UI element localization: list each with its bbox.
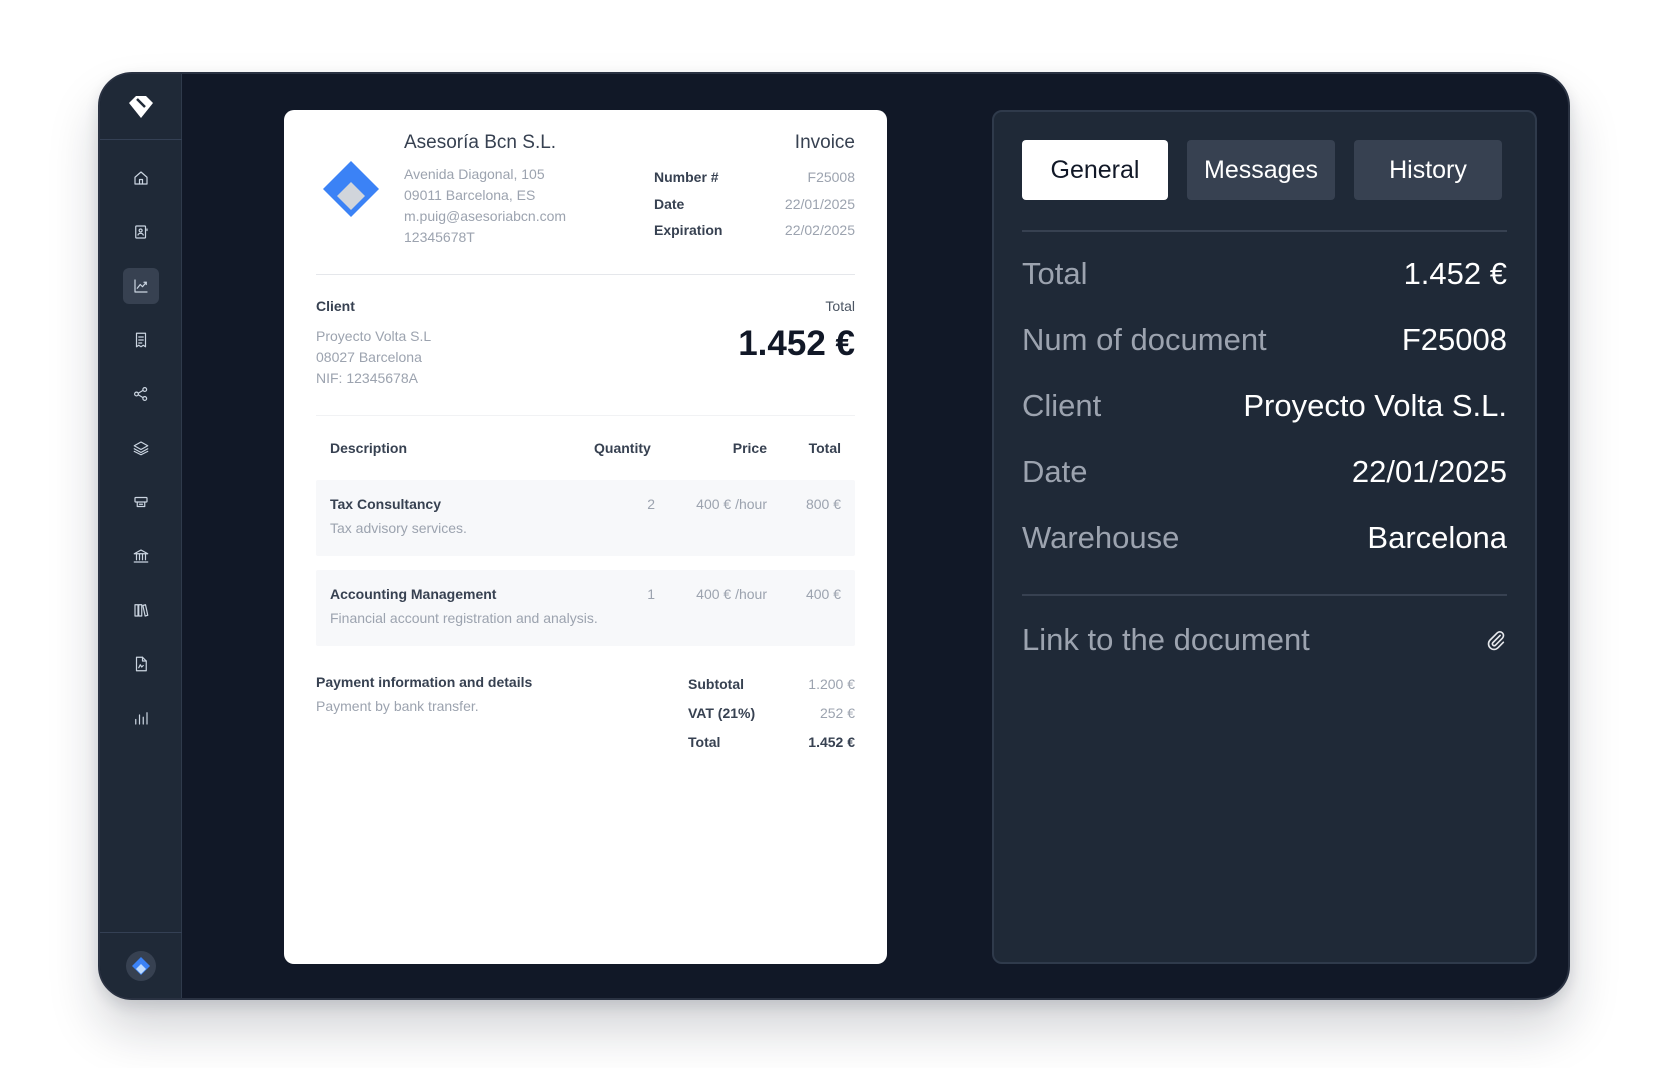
- item-price: 400 € /hour: [696, 586, 767, 602]
- col-header-price: Price: [732, 440, 767, 456]
- bar-chart-icon: [135, 712, 148, 725]
- sidebar-item-library[interactable]: [123, 592, 159, 628]
- document-link-label: Link to the document: [1022, 622, 1310, 657]
- summary-total: Total 1.452 €: [688, 734, 855, 750]
- company-address: Avenida Diagonal, 105: [404, 166, 545, 182]
- client-label: Client: [316, 298, 355, 314]
- col-header-total: Total: [808, 440, 841, 456]
- sidebar-item-reports[interactable]: [123, 700, 159, 736]
- tabs-divider: [1022, 230, 1507, 232]
- company-details: Avenida Diagonal, 105 09011 Barcelona, E…: [404, 164, 566, 248]
- receipt-icon: [135, 332, 147, 348]
- sidebar-item-layers[interactable]: [123, 430, 159, 466]
- client-nif: NIF: 12345678A: [316, 370, 418, 386]
- app-window: Asesoría Bcn S.L. Avenida Diagonal, 105 …: [98, 72, 1570, 1000]
- item-name: Tax Consultancy: [330, 496, 441, 512]
- company-tax-id: 12345678T: [404, 229, 475, 245]
- sidebar-footer: [100, 932, 182, 998]
- contacts-icon: [135, 225, 148, 239]
- detail-date: Date 22/01/2025: [1022, 454, 1507, 489]
- client-details: Proyecto Volta S.L 08027 Barcelona NIF: …: [316, 326, 431, 389]
- item-total: 400 €: [805, 586, 841, 602]
- invoice-meta: Number # F25008 Date 22/01/2025 Expirati…: [654, 164, 855, 244]
- payment-description: Payment by bank transfer.: [316, 698, 479, 714]
- card-stack-icon: [134, 496, 148, 508]
- bank-icon: [133, 549, 149, 563]
- app-logo[interactable]: [100, 74, 182, 140]
- header-divider: [316, 274, 855, 275]
- company-avatar-icon: [132, 956, 150, 975]
- meta-expiration: Expiration 22/02/2025: [654, 222, 855, 238]
- sidebar-item-bank[interactable]: [123, 538, 159, 574]
- app-logo-icon: [129, 95, 153, 118]
- payment-title: Payment information and details: [316, 674, 533, 690]
- item-total: 800 €: [805, 496, 841, 512]
- details-panel: General Messages History Total 1.452 € N…: [992, 110, 1537, 964]
- avatar[interactable]: [126, 950, 156, 981]
- details-divider: [1022, 594, 1507, 596]
- item-quantity: 2: [647, 496, 655, 512]
- detail-total: Total 1.452 €: [1022, 256, 1507, 291]
- meta-date: Date 22/01/2025: [654, 195, 855, 212]
- sidebar-nav: [100, 160, 182, 754]
- sidebar-item-documents[interactable]: [123, 646, 159, 682]
- item-quantity: 1: [647, 586, 655, 602]
- client-city: 08027 Barcelona: [316, 349, 422, 365]
- col-header-description: Description: [330, 440, 408, 456]
- library-icon: [134, 604, 149, 617]
- panel-tabs: General Messages History: [1022, 140, 1502, 200]
- layers-icon: [133, 441, 149, 456]
- home-icon: [134, 171, 148, 185]
- col-header-quantity: Quantity: [594, 440, 651, 456]
- tab-messages[interactable]: Messages: [1187, 140, 1335, 200]
- meta-number: Number # F25008: [654, 169, 855, 185]
- summary-vat: VAT (21%) 252 €: [688, 705, 855, 721]
- paperclip-icon[interactable]: [1485, 629, 1507, 651]
- tab-general[interactable]: General: [1022, 140, 1168, 200]
- sidebar-item-analytics[interactable]: [123, 268, 159, 304]
- detail-document-number: Num of document F25008: [1022, 322, 1507, 357]
- total-label: Total: [825, 298, 855, 314]
- chart-line-icon: [134, 279, 148, 293]
- sidebar-item-cards[interactable]: [123, 484, 159, 520]
- item-description: Tax advisory services.: [330, 520, 467, 536]
- company-email: m.puig@asesoriabcn.com: [404, 208, 567, 224]
- client-name: Proyecto Volta S.L: [316, 328, 432, 344]
- sidebar-item-share[interactable]: [123, 376, 159, 412]
- company-city: 09011 Barcelona, ES: [404, 187, 536, 203]
- item-price: 400 € /hour: [696, 496, 767, 512]
- sidebar: [100, 74, 182, 998]
- document-link[interactable]: Link to the document: [1022, 622, 1507, 658]
- detail-warehouse: Warehouse Barcelona: [1022, 520, 1507, 555]
- invoice-document: Asesoría Bcn S.L. Avenida Diagonal, 105 …: [284, 110, 887, 964]
- document-icon: [135, 656, 147, 672]
- item-description: Financial account registration and analy…: [330, 610, 598, 626]
- table-row: Tax Consultancy Tax advisory services. 2…: [316, 480, 855, 556]
- client-divider: [316, 415, 855, 416]
- share-icon: [134, 387, 148, 401]
- sidebar-item-invoices[interactable]: [123, 322, 159, 358]
- company-name: Asesoría Bcn S.L.: [404, 132, 557, 153]
- table-row: Accounting Management Financial account …: [316, 570, 855, 646]
- tab-history[interactable]: History: [1354, 140, 1502, 200]
- detail-client: Client Proyecto Volta S.L.: [1022, 388, 1507, 423]
- sidebar-item-contacts[interactable]: [123, 214, 159, 250]
- company-logo-icon: [323, 161, 379, 217]
- item-name: Accounting Management: [330, 586, 497, 602]
- invoice-summary: Subtotal 1.200 € VAT (21%) 252 € Total 1…: [688, 670, 855, 757]
- sidebar-item-home[interactable]: [123, 160, 159, 196]
- summary-subtotal: Subtotal 1.200 €: [688, 676, 855, 692]
- invoice-title: Invoice: [794, 132, 855, 153]
- total-amount: 1.452 €: [738, 324, 855, 363]
